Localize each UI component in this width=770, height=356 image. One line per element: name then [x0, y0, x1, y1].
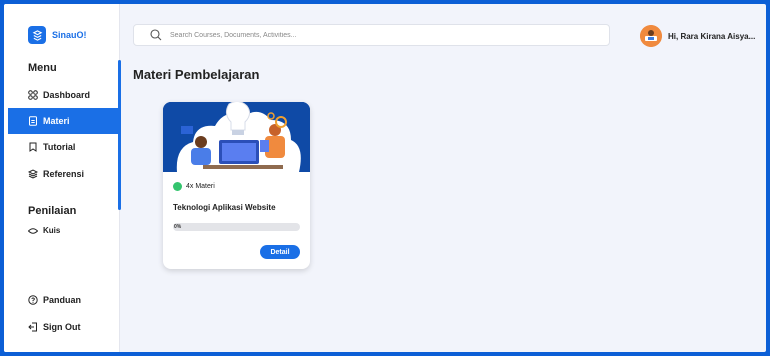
sidebar-item-materi[interactable]: Materi	[8, 108, 118, 134]
search-input[interactable]	[170, 31, 550, 39]
sidebar-item-label: Tutorial	[43, 142, 76, 152]
progress-label: 0%	[174, 224, 182, 230]
sidebar-item-referensi[interactable]: Referensi	[8, 161, 118, 187]
menu-heading: Menu	[28, 62, 57, 74]
progress-bar	[173, 223, 300, 231]
course-title: Teknologi Aplikasi Website	[173, 203, 276, 212]
sidebar-item-panduan[interactable]: Panduan	[8, 287, 118, 313]
avatar[interactable]	[640, 25, 662, 47]
sidebar-item-label: Materi	[43, 116, 70, 126]
sidebar-scrollbar[interactable]	[118, 60, 121, 210]
sidebar-item-kuis[interactable]: Kuis	[8, 226, 118, 240]
eye-icon	[28, 228, 38, 234]
layers-icon	[28, 169, 38, 179]
materi-count-label: 4x Materi	[186, 183, 215, 190]
app-logo[interactable]: SinauO!	[28, 26, 87, 44]
sidebar: SinauO! Menu Dashboard Materi Tutorial R…	[4, 4, 120, 352]
detail-button[interactable]: Detail	[260, 245, 300, 259]
course-illustration	[163, 102, 310, 172]
sign-out-button[interactable]: Sign Out	[8, 314, 118, 340]
page-title: Materi Pembelajaran	[133, 67, 260, 82]
search-bar[interactable]	[133, 24, 610, 46]
app-window: SinauO! Menu Dashboard Materi Tutorial R…	[4, 4, 766, 352]
user-profile[interactable]: Hi, Rara Kirana Aisya...	[640, 25, 755, 47]
course-card[interactable]: 4x Materi Teknologi Aplikasi Website 0% …	[163, 102, 310, 269]
sidebar-item-label: Sign Out	[43, 322, 81, 332]
user-greeting: Hi, Rara Kirana Aisya...	[668, 31, 756, 41]
bookmark-icon	[29, 142, 37, 152]
assessment-heading: Penilaian	[28, 205, 77, 217]
sign-out-icon	[28, 322, 37, 332]
sidebar-item-tutorial[interactable]: Tutorial	[8, 134, 118, 160]
sidebar-item-label: Referensi	[43, 169, 85, 179]
sidebar-item-label: Kuis	[43, 226, 61, 235]
sidebar-item-dashboard[interactable]: Dashboard	[8, 82, 118, 108]
status-dot	[173, 182, 182, 191]
materi-count: 4x Materi	[173, 182, 215, 191]
document-icon	[29, 116, 37, 126]
grid-icon	[28, 90, 38, 100]
search-icon	[150, 29, 162, 41]
help-icon	[28, 295, 38, 305]
sidebar-item-label: Panduan	[43, 295, 82, 305]
logo-icon	[28, 26, 46, 44]
app-name: SinauO!	[52, 30, 87, 40]
sidebar-item-label: Dashboard	[43, 90, 91, 100]
